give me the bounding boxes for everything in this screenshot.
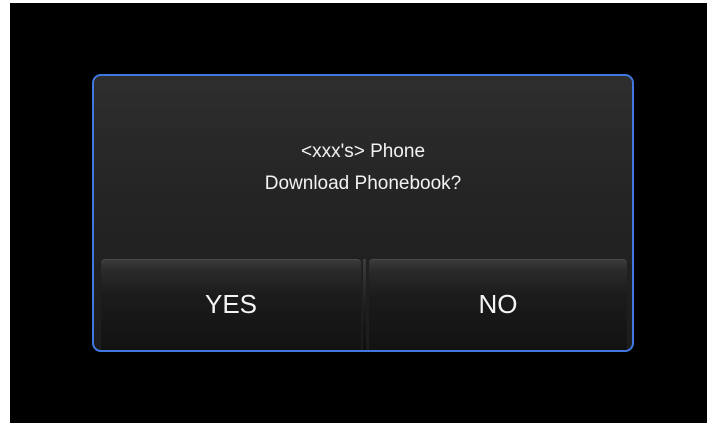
button-divider (363, 259, 366, 350)
download-phonebook-prompt: Download Phonebook? (264, 173, 462, 194)
yes-button[interactable]: YES (101, 259, 361, 350)
no-button[interactable]: NO (369, 259, 627, 350)
download-phonebook-dialog: <xxx's> Phone Download Phonebook? YES NO (92, 74, 634, 352)
screen-background: <xxx's> Phone Download Phonebook? YES NO (10, 3, 707, 423)
phone-name-text: <xxx's> Phone (300, 141, 426, 162)
dialog-message: <xxx's> Phone Download Phonebook? (94, 136, 632, 200)
